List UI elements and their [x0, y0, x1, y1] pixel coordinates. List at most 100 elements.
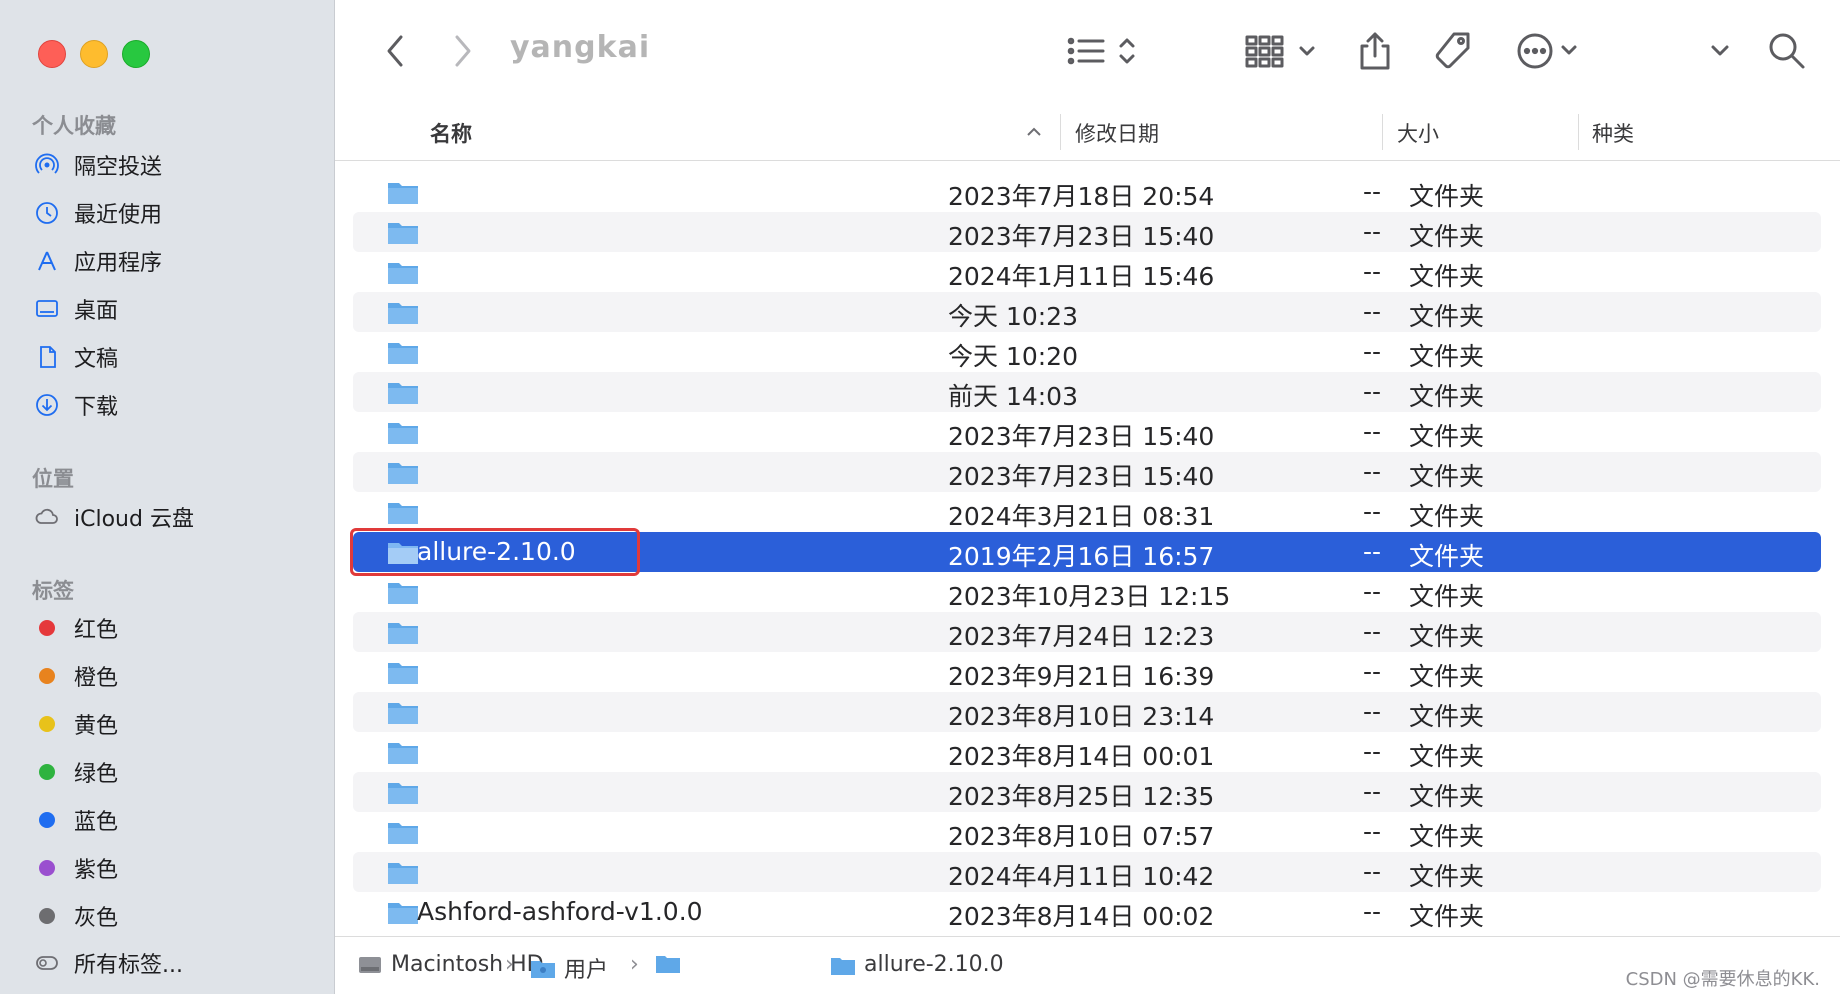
chevron-down-icon [1711, 45, 1729, 56]
file-kind: 文件夹 [1409, 902, 1485, 931]
users-folder-icon [531, 961, 555, 978]
folder-icon [388, 543, 418, 564]
folder-icon [388, 703, 418, 724]
sidebar-tag-4[interactable]: 蓝色 [32, 800, 118, 840]
folder-icon [388, 863, 418, 884]
table-row[interactable]: 前天 14:03 -- 文件夹 [353, 372, 1821, 412]
folder-icon [388, 263, 418, 284]
file-size: -- [1363, 377, 1382, 406]
sidebar-item-5[interactable]: 下载 [32, 385, 118, 425]
view-list-button[interactable] [1065, 28, 1145, 74]
sidebar-item-2[interactable]: 应用程序 [32, 241, 162, 281]
file-kind: 文件夹 [1409, 582, 1485, 611]
path-item-current[interactable]: allure-2.10.0 [830, 952, 1004, 977]
sidebar-tag-2[interactable]: 黄色 [32, 704, 118, 744]
sidebar-item-4[interactable]: 文稿 [32, 337, 118, 377]
column-date[interactable]: 修改日期 [1075, 118, 1159, 148]
table-row[interactable]: 2023年7月23日 15:40 -- 文件夹 [353, 212, 1821, 252]
download-icon [32, 390, 62, 420]
minimize-button[interactable] [80, 40, 108, 68]
share-button[interactable] [1355, 28, 1395, 74]
column-size[interactable]: 大小 [1397, 118, 1439, 148]
more-icon [1517, 33, 1577, 69]
column-kind[interactable]: 种类 [1592, 118, 1634, 148]
table-row[interactable]: 2023年8月10日 23:14 -- 文件夹 [353, 692, 1821, 732]
table-row[interactable]: Ashford-ashford-v1.0.0 2023年8月14日 00:02 --… [353, 892, 1821, 932]
table-row[interactable]: 2023年7月23日 15:40 -- 文件夹 [353, 452, 1821, 492]
table-row[interactable]: 2023年7月24日 12:23 -- 文件夹 [353, 612, 1821, 652]
file-date: 2023年8月10日 07:57 [948, 822, 1215, 851]
file-size: -- [1363, 337, 1382, 366]
tag-color-dot [32, 709, 62, 739]
zoom-button[interactable] [122, 40, 150, 68]
column-divider[interactable] [1060, 114, 1061, 150]
window-controls [38, 40, 150, 68]
file-kind: 文件夹 [1409, 302, 1485, 331]
table-row[interactable]: 2024年3月21日 08:31 -- 文件夹 [353, 492, 1821, 532]
file-size: -- [1363, 777, 1382, 806]
tag-color-dot [32, 757, 62, 787]
file-size: -- [1363, 417, 1382, 446]
column-name[interactable]: 名称 [430, 118, 472, 148]
sidebar-tag-6[interactable]: 灰色 [32, 896, 118, 936]
sidebar-item-label: 蓝色 [74, 810, 119, 835]
document-icon [32, 342, 62, 372]
sidebar-item-label: 桌面 [74, 299, 119, 324]
column-divider[interactable] [1578, 114, 1579, 150]
search-button[interactable] [1765, 28, 1809, 74]
sidebar-item-icloud[interactable]: iCloud 云盘 [32, 497, 194, 537]
tag-button[interactable] [1431, 28, 1475, 74]
table-row[interactable]: 2023年7月23日 15:40 -- 文件夹 [353, 412, 1821, 452]
sidebar-tag-5[interactable]: 紫色 [32, 848, 118, 888]
sidebar-item-label: 绿色 [74, 762, 119, 787]
folder-icon [388, 783, 418, 804]
grid-icon [1245, 35, 1315, 68]
table-row[interactable]: 2023年9月21日 16:39 -- 文件夹 [353, 652, 1821, 692]
file-kind: 文件夹 [1409, 862, 1485, 891]
file-name: allure-2.10.0 [417, 537, 576, 566]
table-row[interactable]: 2023年8月14日 00:01 -- 文件夹 [353, 732, 1821, 772]
sidebar-tag-3[interactable]: 绿色 [32, 752, 118, 792]
sidebar: 个人收藏 隔空投送 最近使用 应用程序 桌面 文稿 下载 位置 iCloud 云盘 标签 … [0, 0, 335, 994]
table-row[interactable]: 2023年10月23日 12:15 -- 文件夹 [353, 572, 1821, 612]
folder-icon [388, 743, 418, 764]
column-divider[interactable] [1382, 114, 1383, 150]
sidebar-item-all-tags[interactable]: 所有标签... [32, 943, 183, 983]
sidebar-item-0[interactable]: 隔空投送 [32, 145, 162, 185]
file-size: -- [1363, 657, 1382, 686]
file-kind: 文件夹 [1409, 542, 1485, 571]
path-item-home[interactable] [655, 952, 689, 974]
file-list: 2023年7月18日 20:54 -- 文件夹 2023年7月23日 15:40 -- 文… [335, 172, 1840, 932]
table-row[interactable]: 2023年7月18日 20:54 -- 文件夹 [353, 172, 1821, 212]
file-kind: 文件夹 [1409, 342, 1485, 371]
sidebar-tag-0[interactable]: 红色 [32, 608, 118, 648]
folder-icon [388, 583, 418, 604]
path-item-disk[interactable]: Macintosh HD [357, 952, 544, 977]
more-actions-button[interactable] [1515, 28, 1595, 74]
table-row-selected[interactable]: allure-2.10.0 2019年2月16日 16:57 -- 文件夹 [350, 528, 1821, 576]
sidebar-item-3[interactable]: 桌面 [32, 289, 118, 329]
back-button[interactable] [377, 28, 413, 74]
favorites-title: 个人收藏 [32, 114, 116, 138]
table-row[interactable]: 2023年8月25日 12:35 -- 文件夹 [353, 772, 1821, 812]
sidebar-item-1[interactable]: 最近使用 [32, 193, 162, 233]
table-row[interactable]: 2024年4月11日 10:42 -- 文件夹 [353, 852, 1821, 892]
sidebar-item-label: 最近使用 [74, 203, 163, 228]
toolbar-overflow-button[interactable] [1705, 28, 1735, 74]
forward-button[interactable] [445, 28, 481, 74]
close-button[interactable] [38, 40, 66, 68]
table-row[interactable]: 2024年1月11日 15:46 -- 文件夹 [353, 252, 1821, 292]
table-row[interactable]: 今天 10:20 -- 文件夹 [353, 332, 1821, 372]
path-item-users[interactable]: 用户 [530, 952, 608, 984]
tag-color-dot [32, 613, 62, 643]
window-title: yangkai [510, 30, 651, 65]
group-button[interactable] [1245, 28, 1321, 74]
sidebar-item-label: 下载 [74, 395, 119, 420]
file-size: -- [1363, 257, 1382, 286]
table-row[interactable]: 2023年8月10日 07:57 -- 文件夹 [353, 812, 1821, 852]
tag-color-dot [32, 901, 62, 931]
table-row[interactable]: 今天 10:23 -- 文件夹 [353, 292, 1821, 332]
file-date: 2023年9月21日 16:39 [948, 662, 1215, 691]
file-kind: 文件夹 [1409, 822, 1485, 851]
sidebar-tag-1[interactable]: 橙色 [32, 656, 118, 696]
